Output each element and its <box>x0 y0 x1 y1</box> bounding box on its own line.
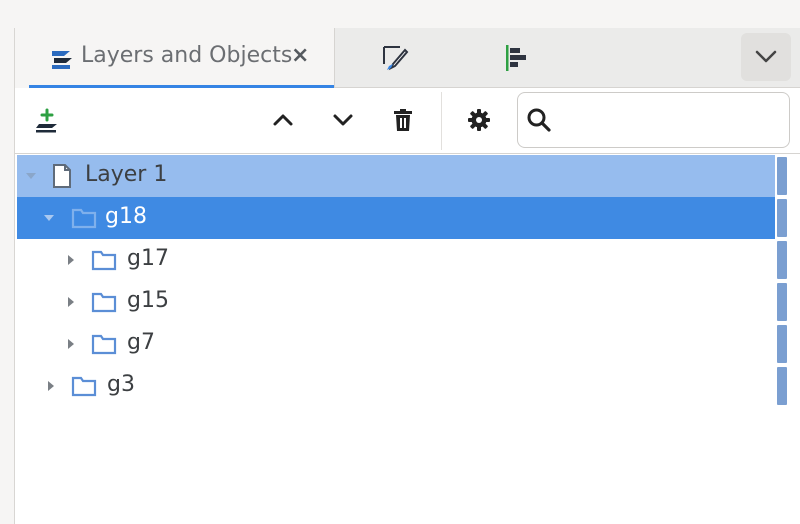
tree-row-label: g3 <box>107 372 135 397</box>
chevron-down-icon <box>333 114 353 126</box>
row-indicator-strip <box>777 155 800 407</box>
expander-expanded-icon[interactable] <box>25 170 37 182</box>
search-field[interactable] <box>517 92 790 148</box>
tab-fill-and-stroke[interactable] <box>335 28 475 88</box>
row-indicator <box>777 283 787 321</box>
tree-row-label: Layer 1 <box>85 162 168 187</box>
tab-bar: Layers and Objects × <box>15 28 800 89</box>
folder-icon <box>91 250 117 271</box>
settings-button[interactable] <box>461 102 497 138</box>
layers-tree: Layer 1 g18 g17 g15 g7 g3 <box>17 155 775 524</box>
tree-row-label: g18 <box>105 204 147 229</box>
row-indicator <box>777 199 787 237</box>
tree-row-group[interactable]: g7 <box>17 323 775 365</box>
search-input[interactable] <box>562 105 786 137</box>
row-indicator <box>777 157 787 195</box>
close-icon[interactable]: × <box>291 42 309 70</box>
layers-panel: Layers and Objects × Layer 1 g18 g17 g15… <box>14 28 800 524</box>
layer-icon <box>53 164 71 188</box>
tree-row-group[interactable]: g3 <box>17 365 775 407</box>
expander-collapsed-icon[interactable] <box>65 296 77 308</box>
tree-row-group-selected[interactable]: g18 <box>17 197 775 239</box>
align-icon <box>503 44 531 76</box>
toolbar <box>15 88 800 154</box>
tab-layers-and-objects[interactable]: Layers and Objects × <box>15 28 335 89</box>
chevron-down-icon <box>755 50 777 63</box>
add-layer-button[interactable] <box>29 102 65 138</box>
folder-icon <box>71 208 97 229</box>
expander-collapsed-icon[interactable] <box>45 380 57 392</box>
tree-row-label: g17 <box>127 246 169 271</box>
tab-label: Layers and Objects <box>81 43 293 68</box>
row-indicator <box>777 367 787 405</box>
expander-expanded-icon[interactable] <box>43 212 55 224</box>
expander-collapsed-icon[interactable] <box>65 254 77 266</box>
tree-row-label: g7 <box>127 330 155 355</box>
tab-align-and-distribute[interactable] <box>475 28 575 88</box>
layers-icon <box>48 47 76 71</box>
folder-icon <box>71 376 97 397</box>
chevron-up-icon <box>273 114 293 126</box>
tree-row-layer[interactable]: Layer 1 <box>17 155 775 197</box>
lower-button[interactable] <box>325 102 361 138</box>
trash-icon <box>394 109 412 131</box>
gear-icon <box>468 109 490 131</box>
delete-button[interactable] <box>385 102 421 138</box>
expander-collapsed-icon[interactable] <box>65 338 77 350</box>
toolbar-separator <box>441 92 442 150</box>
tab-menu-button[interactable] <box>741 33 791 81</box>
raise-button[interactable] <box>265 102 301 138</box>
row-indicator <box>777 241 787 279</box>
add-layer-icon <box>36 108 57 133</box>
tree-row-label: g15 <box>127 288 169 313</box>
fill-stroke-icon <box>381 44 411 78</box>
search-icon <box>527 108 551 132</box>
tree-row-group[interactable]: g15 <box>17 281 775 323</box>
tree-row-group[interactable]: g17 <box>17 239 775 281</box>
row-indicator <box>777 325 787 363</box>
folder-icon <box>91 292 117 313</box>
folder-icon <box>91 334 117 355</box>
